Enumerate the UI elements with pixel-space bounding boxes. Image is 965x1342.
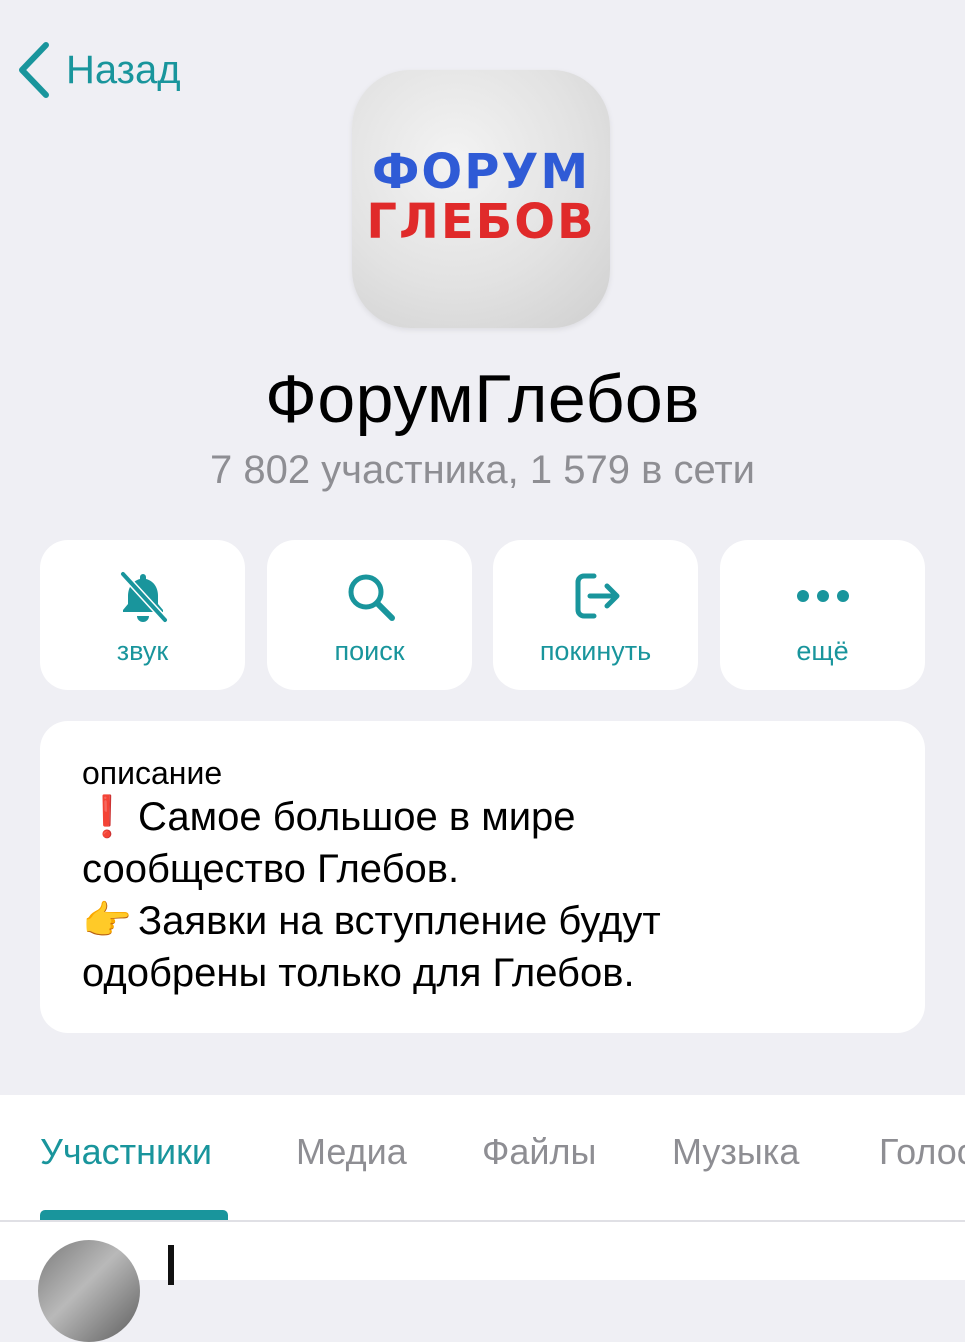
tab-bar: Участники Медиа Файлы Музыка Голос xyxy=(0,1095,965,1342)
mute-button[interactable]: звук xyxy=(40,540,245,690)
bell-slash-icon xyxy=(113,566,173,626)
tab-files[interactable]: Файлы xyxy=(482,1131,596,1173)
tab-music[interactable]: Музыка xyxy=(672,1131,799,1173)
tab-voice[interactable]: Голос xyxy=(879,1131,965,1173)
more-label: ещё xyxy=(796,636,849,666)
avatar[interactable] xyxy=(38,1240,140,1342)
description-label: описание xyxy=(82,755,223,791)
divider xyxy=(0,1220,965,1222)
member-count: 7 802 участника, 1 579 в сети xyxy=(209,448,756,492)
leave-button[interactable]: покинуть xyxy=(493,540,698,690)
pointing-hand-icon: 👉 xyxy=(82,899,132,943)
mute-label: звук xyxy=(116,636,169,666)
group-avatar[interactable]: ФОРУМ ГЛЕБОВ xyxy=(352,70,610,328)
exclamation-icon: ❗ xyxy=(82,795,132,839)
leave-label: покинуть xyxy=(539,636,652,666)
description-line: одобрены только для Глебов. xyxy=(82,951,635,995)
action-row: звук поиск покинуть ещё xyxy=(40,540,925,690)
active-tab-indicator xyxy=(40,1210,228,1220)
search-icon xyxy=(340,566,400,626)
group-title: ФорумГлебов xyxy=(265,361,700,437)
leave-icon xyxy=(566,566,626,626)
description-line: сообщество Глебов. xyxy=(82,847,460,891)
tab-members[interactable]: Участники xyxy=(40,1131,212,1173)
search-button[interactable]: поиск xyxy=(267,540,472,690)
search-label: поиск xyxy=(334,636,405,666)
more-button[interactable]: ещё xyxy=(720,540,925,690)
description-line: ❗ Самое большое в мире xyxy=(82,791,883,843)
logo-text-line2: ГЛЕБОВ xyxy=(366,194,596,250)
member-name-fragment xyxy=(168,1245,174,1285)
back-button[interactable]: Назад xyxy=(16,40,181,100)
chevron-left-icon xyxy=(19,42,49,98)
logo-text-line1: ФОРУМ xyxy=(371,144,591,200)
description-text: Заявки на вступление будут xyxy=(138,899,661,943)
description-line: 👉 Заявки на вступление будут xyxy=(82,895,883,947)
description-card: описание ❗ Самое большое в мире сообществ… xyxy=(40,721,925,1033)
tab-media[interactable]: Медиа xyxy=(296,1131,407,1173)
ellipsis-icon xyxy=(793,566,853,626)
description-text: Самое большое в мире xyxy=(138,795,576,839)
back-label: Назад xyxy=(66,47,181,92)
